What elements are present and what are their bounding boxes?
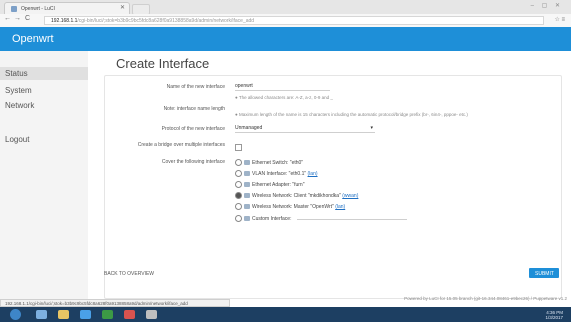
wifi-icon xyxy=(244,193,250,198)
option-label: Ethernet Adapter: "furn" xyxy=(252,181,305,188)
tab-close-icon[interactable]: ✕ xyxy=(120,4,125,11)
option-label: VLAN Interface: "eth0.1" xyxy=(252,170,307,177)
forward-arrow-icon[interactable]: → xyxy=(14,15,21,22)
option-label: Wireless Network: Master "OpenWrt" xyxy=(252,203,334,210)
chrome-icon[interactable] xyxy=(102,310,113,319)
browser-status-bar: 192.168.1.1/cgi-bin/luci/;stok=b3b9c9bc5… xyxy=(0,299,230,307)
system-clock[interactable]: 4:36 PM 1/3/2017 xyxy=(545,310,563,320)
sidebar-item-logout[interactable]: Logout xyxy=(5,135,29,144)
option-link[interactable]: (lan) xyxy=(335,204,345,210)
interface-name-input[interactable]: openwrt xyxy=(235,82,330,91)
sidebar-item-status[interactable]: Status xyxy=(5,69,28,78)
tab-title: Openwrt - LuCI xyxy=(21,5,55,12)
radio-selected-icon[interactable] xyxy=(235,192,242,199)
cover-option-ethernet[interactable]: Ethernet Adapter: "furn" xyxy=(235,181,304,188)
favicon-icon xyxy=(11,5,17,12)
ie-icon[interactable] xyxy=(36,310,47,319)
start-button-icon[interactable] xyxy=(10,309,21,320)
radio-icon[interactable] xyxy=(235,170,242,177)
powered-by-text: Powered by LuCI for 15.05 branch (git-16… xyxy=(404,296,567,301)
cover-option-eth0[interactable]: Ethernet Switch: "eth0" xyxy=(235,159,303,166)
cover-option-vlan[interactable]: VLAN Interface: "eth0.1" (lan) xyxy=(235,170,318,177)
name-help-text: ● The allowed characters are: A-Z, a-z, … xyxy=(235,95,333,100)
os-taskbar: 4:36 PM 1/3/2017 xyxy=(0,307,571,322)
submit-button[interactable]: SUBMIT xyxy=(529,268,559,278)
option-label: Custom Interface: xyxy=(252,216,292,222)
interface-name-value: openwrt xyxy=(235,83,253,89)
protocol-label: Protocol of the new interface xyxy=(161,126,225,132)
chevron-down-icon: ▾ xyxy=(370,125,373,131)
address-input[interactable]: 192.168.1.1/cgi-bin/luci/;stok=b3b9c9bc5… xyxy=(44,16,544,25)
note-label: Note: interface name length xyxy=(163,106,225,112)
wifi-icon xyxy=(244,204,250,209)
radio-icon[interactable] xyxy=(235,215,242,223)
option-link[interactable]: (lan) xyxy=(308,171,318,177)
radio-icon[interactable] xyxy=(235,159,242,166)
cover-option-custom[interactable]: Custom Interface: xyxy=(235,214,407,223)
address-bar-row: ← → C 192.168.1.1/cgi-bin/luci/;stok=b3b… xyxy=(0,14,571,28)
protocol-value: Unmanaged xyxy=(235,125,263,131)
ethernet-icon xyxy=(244,182,250,187)
url-host: 192.168.1.1 xyxy=(51,18,78,24)
media-icon[interactable] xyxy=(80,310,91,319)
cover-option-wireless-master[interactable]: Wireless Network: Master "OpenWrt" (lan) xyxy=(235,203,345,210)
note-help-text: ● Maximum length of the name is 15 chara… xyxy=(235,112,468,117)
network-tool-icon[interactable] xyxy=(146,310,157,319)
clock-date: 1/3/2017 xyxy=(545,315,563,320)
bridge-label: Create a bridge over multiple interfaces xyxy=(137,142,225,148)
folder-icon[interactable] xyxy=(58,310,69,319)
custom-interface-icon xyxy=(244,216,250,222)
main-content: Create Interface Name of the new interfa… xyxy=(88,51,571,307)
brand-logo[interactable]: Openwrt xyxy=(12,33,54,45)
radio-icon[interactable] xyxy=(235,203,242,210)
cover-label: Cover the following interface xyxy=(161,159,225,165)
bridge-checkbox[interactable] xyxy=(235,144,244,151)
page-title: Create Interface xyxy=(116,56,210,71)
back-arrow-icon[interactable]: ← xyxy=(4,15,11,22)
switch-icon xyxy=(244,160,250,165)
note-help: Maximum length of the name is 15 charact… xyxy=(238,112,468,117)
vlan-icon xyxy=(244,171,250,176)
browser-tab-strip: Openwrt - LuCI ✕ – ▢ ✕ xyxy=(0,0,571,15)
radio-icon[interactable] xyxy=(235,181,242,188)
custom-interface-input[interactable] xyxy=(296,214,407,220)
sidebar-item-system[interactable]: System xyxy=(5,86,32,95)
reload-icon[interactable]: C xyxy=(25,15,30,22)
create-interface-form: Name of the new interface openwrt ● The … xyxy=(104,75,562,299)
sidebar-item-network[interactable]: Network xyxy=(5,101,34,110)
protocol-select[interactable]: Unmanaged ▾ xyxy=(235,124,375,133)
app-header: Openwrt xyxy=(0,27,571,51)
back-to-overview-link[interactable]: BACK TO OVERVIEW xyxy=(104,271,154,277)
cover-option-wireless-client[interactable]: Wireless Network: Client "mkdikhondka" (… xyxy=(235,192,358,199)
browser-tab[interactable]: Openwrt - LuCI ✕ xyxy=(4,2,130,14)
name-label: Name of the new interface xyxy=(166,84,225,90)
name-help: The allowed characters are: A-Z, a-z, 0-… xyxy=(238,95,333,100)
window-controls[interactable]: – ▢ ✕ xyxy=(531,2,563,9)
menu-icon[interactable]: ☆ ≡ xyxy=(554,16,565,23)
sidebar: Status System Network Logout xyxy=(0,51,88,307)
option-label: Wireless Network: Client "mkdikhondka" xyxy=(252,192,341,199)
app-icon[interactable] xyxy=(124,310,135,319)
url-path: /cgi-bin/luci/;stok=b3b9c9bc5fdc8a628f0a… xyxy=(77,18,255,24)
option-link[interactable]: (wwan) xyxy=(342,193,358,199)
option-label: Ethernet Switch: "eth0" xyxy=(252,159,304,166)
